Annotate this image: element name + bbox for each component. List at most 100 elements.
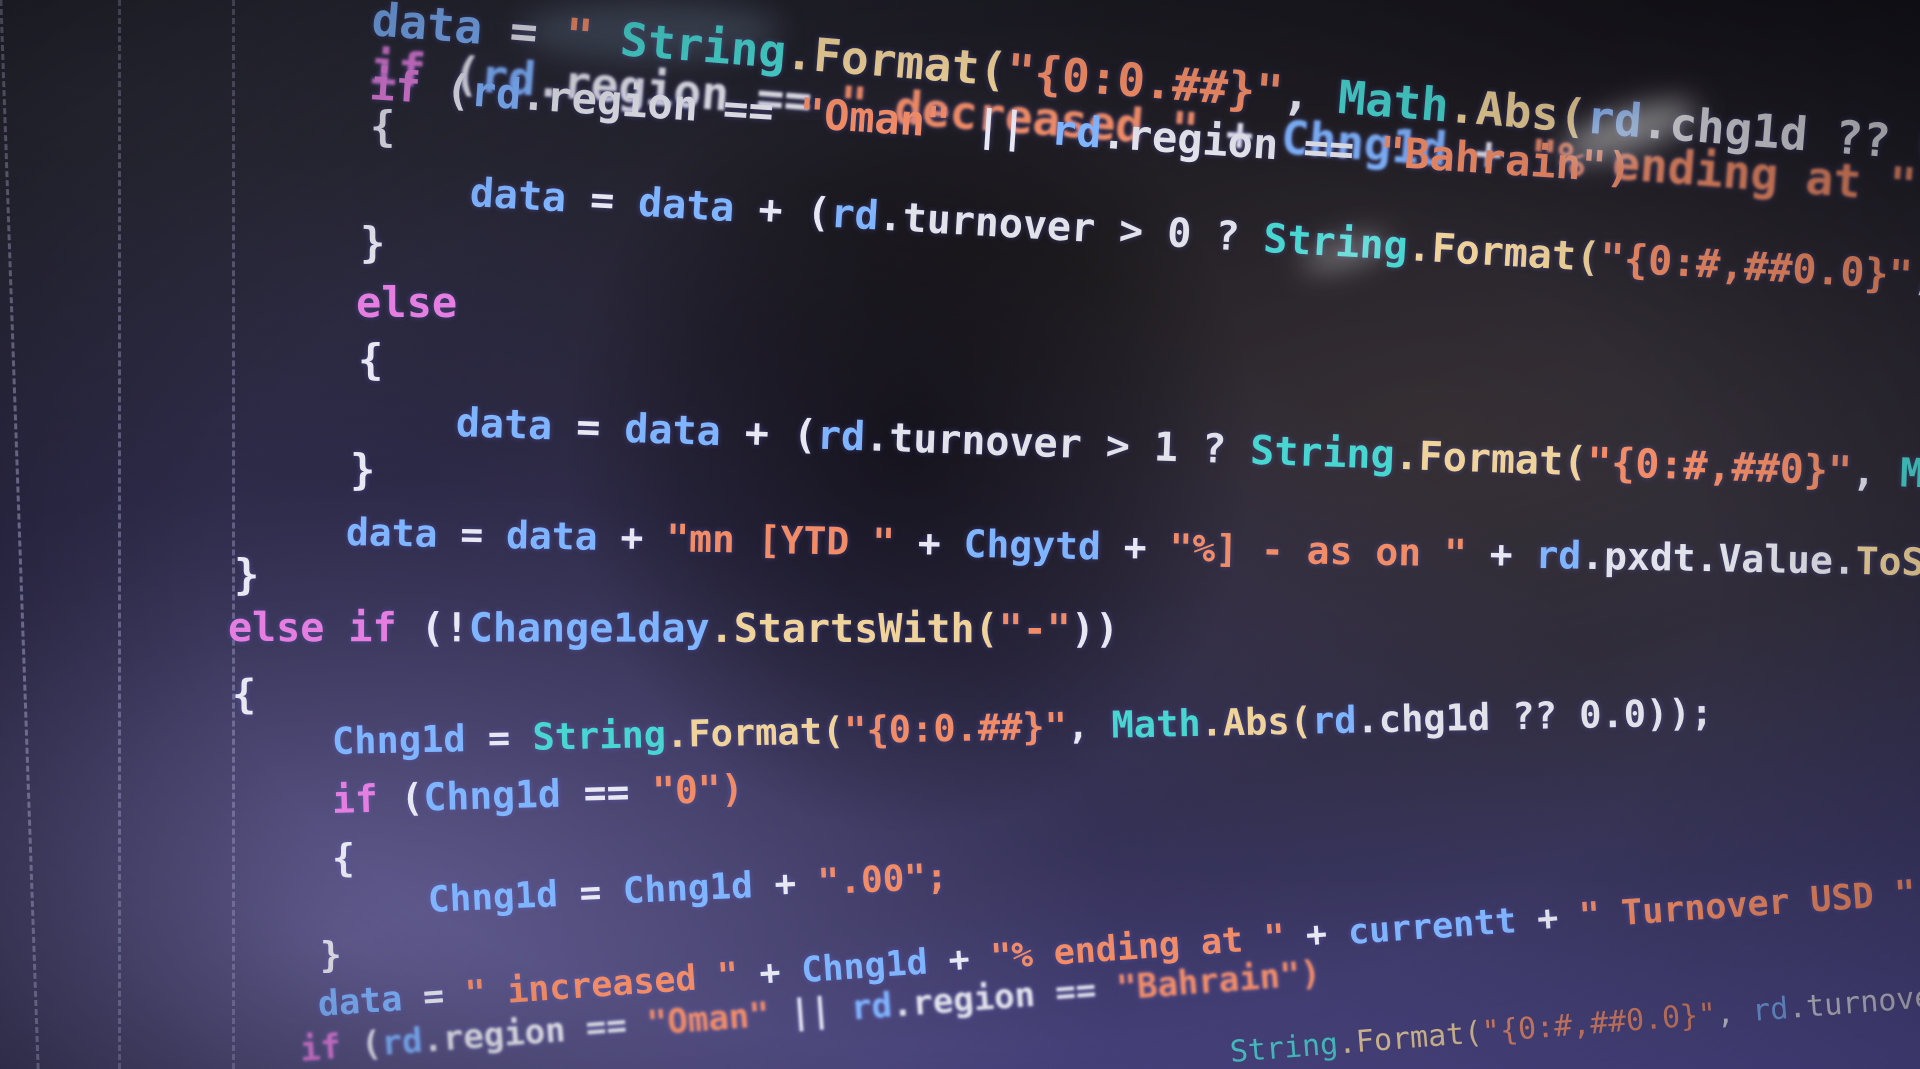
code-token: data — [345, 510, 438, 556]
code-line: Chng1d = Chng1d + ".00"; — [427, 856, 949, 921]
code-line: else if (!Change1day.StartsWith("-")) — [228, 605, 1119, 653]
code-token: .StartsWith( — [709, 605, 999, 653]
code-token: Math — [1899, 450, 1920, 500]
code-token: .Format( — [1393, 432, 1588, 486]
code-token: Chng1d — [427, 874, 559, 921]
code-line: } — [234, 550, 259, 599]
code-token: "{0:#,##0.0}" — [1598, 235, 1914, 300]
code-token: "{0:0.##}" — [843, 704, 1068, 753]
code-token: , — [1911, 253, 1920, 301]
code-token: || — [768, 988, 853, 1035]
code-token: + — [597, 514, 667, 561]
code-token: data — [505, 513, 599, 559]
code-token: = — [400, 974, 467, 1020]
code-token: Chng1d — [621, 865, 754, 913]
code-token: } — [360, 218, 386, 267]
code-token: Chgytd — [963, 521, 1102, 569]
code-token: "0") — [651, 766, 745, 814]
code-token: || — [948, 98, 1053, 155]
code-token: + — [737, 951, 803, 996]
code-token: , — [1851, 448, 1901, 497]
code-token: currentt — [1346, 901, 1518, 953]
code-token: rd — [1750, 991, 1790, 1029]
code-token: "Oman" — [797, 88, 952, 148]
code-token: + ( — [733, 185, 832, 237]
code-line: data = data + (rd.turnover > 1 ? String.… — [455, 400, 1920, 521]
code-token: + ( — [719, 409, 818, 459]
code-token: rd — [469, 66, 524, 120]
code-token: data — [455, 400, 554, 450]
code-token: String — [531, 713, 667, 759]
code-token: + — [926, 938, 993, 983]
code-token: ( — [444, 65, 473, 116]
code-token: .pxdt.Value. — [1580, 533, 1857, 583]
code-line: data = data + "mn [YTD " + Chgytd + "%] … — [346, 510, 1920, 594]
code-token: .Format( — [1406, 224, 1602, 282]
code-line: } — [360, 218, 385, 267]
code-token: + — [1466, 531, 1536, 577]
code-line: } — [320, 935, 342, 976]
code-token: , — [1714, 993, 1754, 1032]
code-token: rd — [1311, 698, 1357, 743]
code-token: rd — [1535, 532, 1582, 578]
code-line: { — [332, 836, 355, 880]
code-token: rd — [1049, 105, 1104, 158]
code-token: + — [1514, 896, 1581, 942]
code-token: rd — [829, 190, 881, 240]
code-token: "%] - as on " — [1169, 525, 1468, 576]
code-token: } — [234, 550, 260, 599]
code-token: if — [298, 1025, 363, 1069]
code-token: Chng1d — [331, 717, 467, 763]
code-token: " Turnover USD "; — [1577, 871, 1920, 937]
code-token: else if — [227, 605, 421, 652]
code-token: .Abs( — [1200, 699, 1313, 745]
code-token: data — [623, 405, 722, 456]
code-line: else — [356, 278, 457, 327]
code-token: Change1day — [468, 605, 710, 652]
code-token: "mn [YTD " — [665, 516, 896, 565]
code-token: rd — [380, 1020, 425, 1064]
code-token: .Format( — [1336, 1015, 1484, 1062]
code-token: if — [331, 776, 402, 822]
code-token: { — [332, 836, 355, 880]
code-token: ".00"; — [816, 856, 949, 904]
code-token: Math — [1111, 701, 1202, 747]
code-token: Chng1d — [422, 771, 562, 820]
code-token: = — [556, 871, 624, 916]
code-line: if (Chng1d == "0") — [331, 767, 744, 822]
code-token: .Format( — [665, 709, 845, 756]
code-token: "{0:#,##0}" — [1586, 439, 1853, 495]
code-token: "-" — [998, 606, 1071, 653]
code-token: data — [468, 170, 568, 222]
code-line: { — [232, 672, 256, 718]
code-token: = — [551, 403, 626, 452]
code-token: (! — [420, 605, 469, 652]
code-line: { — [370, 102, 395, 151]
code-token: ToString( — [1855, 538, 1920, 587]
code-token: + — [1283, 913, 1350, 958]
code-token: .turnover) : — [1786, 976, 1920, 1027]
code-token: rd — [849, 985, 894, 1029]
code-token: else — [356, 278, 458, 327]
code-editor: data = " String.Format("{0:0.##}", Math.… — [0, 0, 1920, 1069]
code-token: ( — [399, 775, 425, 821]
code-token: "Oman" — [645, 994, 772, 1044]
code-token: + — [894, 520, 965, 566]
code-token: == — [560, 769, 653, 816]
code-token: = — [437, 511, 507, 558]
code-token: , — [1066, 703, 1112, 748]
code-token: .turnover > 1 ? — [864, 414, 1252, 474]
code-token: + — [1100, 524, 1170, 570]
code-line: { — [358, 335, 383, 384]
code-token: { — [370, 102, 396, 151]
code-line: String.Format("{0:#,##0.0}", rd.turnover… — [1229, 950, 1920, 1069]
code-token: } — [320, 935, 342, 976]
code-token: data — [316, 979, 404, 1025]
code-line: } — [350, 445, 375, 494]
code-token: { — [358, 335, 384, 384]
code-token: = — [564, 175, 640, 226]
code-token: String — [1249, 427, 1396, 479]
code-token: .chg1d ?? 0.0)); — [1356, 691, 1714, 742]
code-token: "{0:#,##0.0}" — [1480, 996, 1718, 1051]
code-token: + — [751, 862, 819, 907]
